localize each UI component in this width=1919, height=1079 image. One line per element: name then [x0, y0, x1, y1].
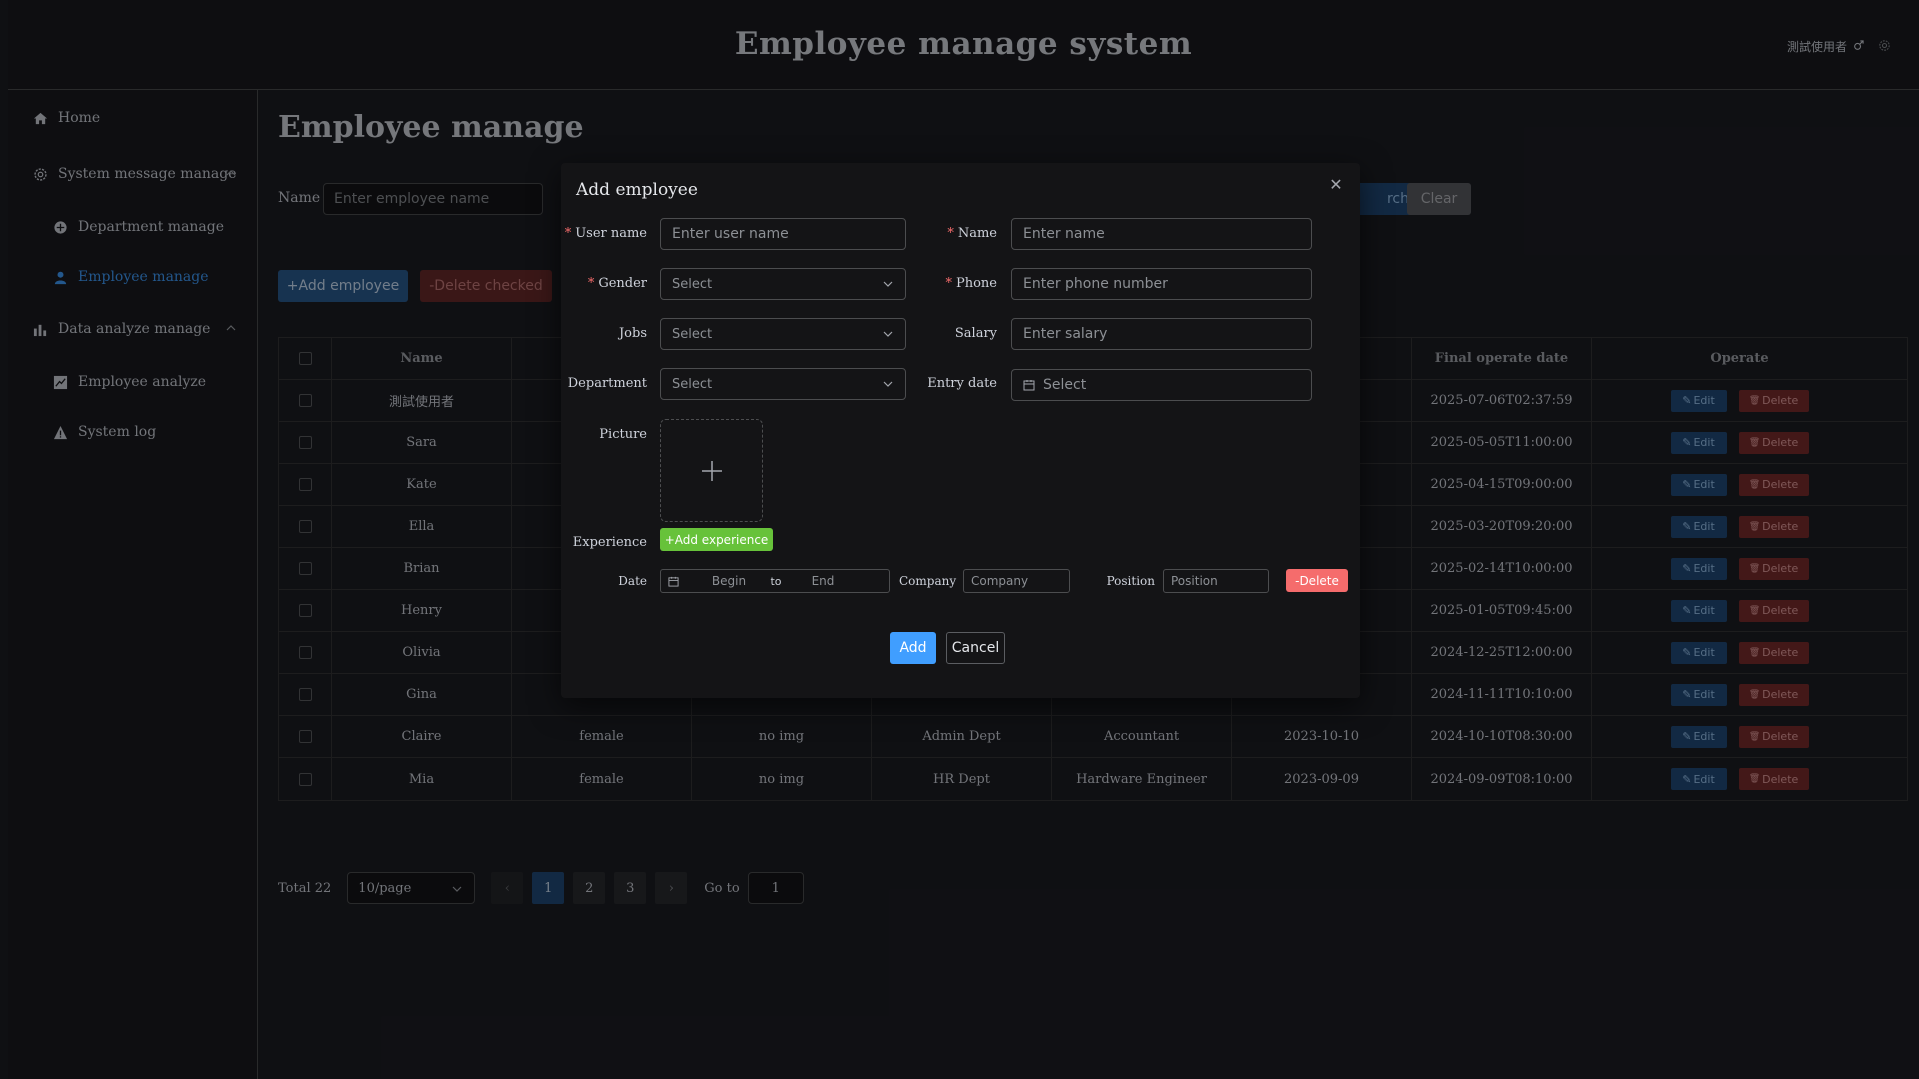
cancel-button[interactable]: Cancel	[946, 632, 1005, 664]
calendar-icon	[1023, 379, 1035, 391]
exp-position-placeholder: Position	[1171, 574, 1218, 588]
exp-delete-button[interactable]: -Delete	[1286, 569, 1348, 592]
chevron-down-icon	[883, 281, 893, 287]
add-button[interactable]: Add	[890, 632, 936, 664]
phone-label: * Phone	[945, 276, 997, 291]
exp-company-placeholder: Company	[971, 574, 1029, 588]
username-placeholder: Enter user name	[672, 226, 789, 242]
department-label: Department	[567, 376, 647, 391]
dialog-title: Add employee	[576, 180, 698, 200]
gender-placeholder: Select	[672, 276, 713, 292]
username-label: * User name	[564, 226, 647, 241]
picture-upload[interactable]	[660, 419, 763, 522]
exp-date-range-picker[interactable]: Begin to End	[660, 569, 890, 593]
salary-label: Salary	[954, 326, 997, 341]
close-icon[interactable]: ✕	[1328, 177, 1344, 193]
entry-date-label: Entry date	[927, 376, 997, 391]
exp-date-label: Date	[618, 574, 647, 588]
calendar-icon	[668, 576, 679, 587]
exp-company-input[interactable]: Company	[963, 569, 1070, 593]
exp-range-separator: to	[770, 574, 782, 588]
name-input[interactable]: Enter name	[1011, 218, 1312, 250]
chevron-down-icon	[883, 381, 893, 387]
jobs-label: Jobs	[618, 326, 647, 341]
plus-icon	[701, 460, 722, 481]
exp-company-label: Company	[899, 574, 957, 588]
add-experience-button[interactable]: +Add experience	[660, 528, 773, 551]
gender-label: * Gender	[587, 276, 647, 291]
exp-end-placeholder[interactable]: End	[791, 574, 855, 588]
username-input[interactable]: Enter user name	[660, 218, 906, 250]
experience-label: Experience	[572, 535, 647, 550]
entry-date-picker[interactable]: Select	[1011, 369, 1312, 401]
jobs-select[interactable]: Select	[660, 318, 906, 350]
exp-delete-label: -Delete	[1295, 573, 1339, 588]
department-placeholder: Select	[672, 376, 713, 392]
department-select[interactable]: Select	[660, 368, 906, 400]
jobs-placeholder: Select	[672, 326, 713, 342]
salary-placeholder: Enter salary	[1023, 326, 1108, 342]
add-employee-dialog: Add employee ✕ * User name Enter user nam…	[561, 163, 1360, 698]
salary-input[interactable]: Enter salary	[1011, 318, 1312, 350]
exp-position-input[interactable]: Position	[1163, 569, 1269, 593]
phone-placeholder: Enter phone number	[1023, 276, 1168, 292]
add-button-label: Add	[899, 640, 927, 656]
name-label: * Name	[947, 226, 997, 241]
phone-input[interactable]: Enter phone number	[1011, 268, 1312, 300]
chevron-down-icon	[883, 331, 893, 337]
entry-date-placeholder: Select	[1043, 377, 1087, 393]
picture-label: Picture	[599, 427, 647, 442]
app-root: Employee manage system 測試使用者 Home System…	[0, 0, 1919, 1079]
cancel-button-label: Cancel	[951, 640, 1000, 656]
exp-position-label: Position	[1106, 574, 1155, 588]
name-placeholder: Enter name	[1023, 226, 1105, 242]
exp-begin-placeholder[interactable]: Begin	[697, 574, 761, 588]
add-experience-label: +Add experience	[664, 532, 769, 547]
gender-select[interactable]: Select	[660, 268, 906, 300]
